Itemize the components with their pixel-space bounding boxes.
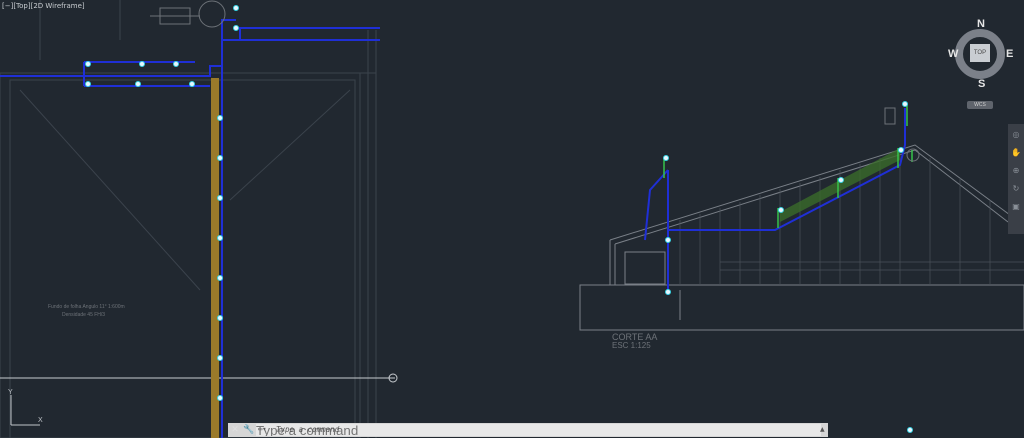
wcs-menu-button[interactable]: WCS <box>967 101 993 109</box>
command-prompt-icon: ▭▾ <box>258 425 267 433</box>
wood-column <box>211 78 219 438</box>
viewcube-top-face[interactable]: TOP <box>970 44 990 62</box>
compass-west[interactable]: W <box>948 48 958 60</box>
zoom-extents-icon[interactable]: ⊕ <box>1011 166 1021 176</box>
showmotion-icon[interactable]: ▣ <box>1011 202 1021 212</box>
pan-icon[interactable]: ✋ <box>1011 148 1021 158</box>
plan-frame-lines <box>0 0 377 438</box>
ucs-y-label: Y <box>8 389 13 396</box>
sprinkler-heads-section <box>663 101 913 433</box>
navigation-bar: ◎ ✋ ⊕ ↻ ▣ <box>1008 124 1024 234</box>
roof-section <box>579 144 1024 331</box>
pipe-network-section <box>644 108 906 295</box>
compass-south[interactable]: S <box>978 78 985 90</box>
command-input[interactable] <box>256 424 821 436</box>
close-icon[interactable]: ✕ <box>230 424 240 436</box>
section-scale: ESC 1:125 <box>612 341 651 350</box>
model-space-canvas[interactable] <box>0 0 1024 438</box>
equipment-symbol <box>150 0 226 28</box>
wrench-icon[interactable]: 🔧 <box>243 424 254 436</box>
viewport-controls-label[interactable]: [−][Top][2D Wireframe] <box>2 2 85 10</box>
compass-north[interactable]: N <box>977 18 985 30</box>
ucs-x-label: X <box>38 417 43 424</box>
drawing-note-1: Fundo de folha Angulo 11° 1:600m <box>48 304 125 310</box>
roof-hatch <box>679 152 1024 285</box>
orbit-icon[interactable]: ↻ <box>1011 184 1021 194</box>
ucs-icon <box>10 395 40 426</box>
drawing-note-2: Densidade 45 FH/3 <box>62 312 106 318</box>
viewcube[interactable]: N W E S TOP <box>948 18 1016 94</box>
command-placeholder-text: Type a command <box>276 425 340 434</box>
command-history-arrow-icon[interactable]: ▲ <box>820 426 825 433</box>
full-navigation-wheel-icon[interactable]: ◎ <box>1011 130 1021 140</box>
compass-east[interactable]: E <box>1006 48 1013 60</box>
